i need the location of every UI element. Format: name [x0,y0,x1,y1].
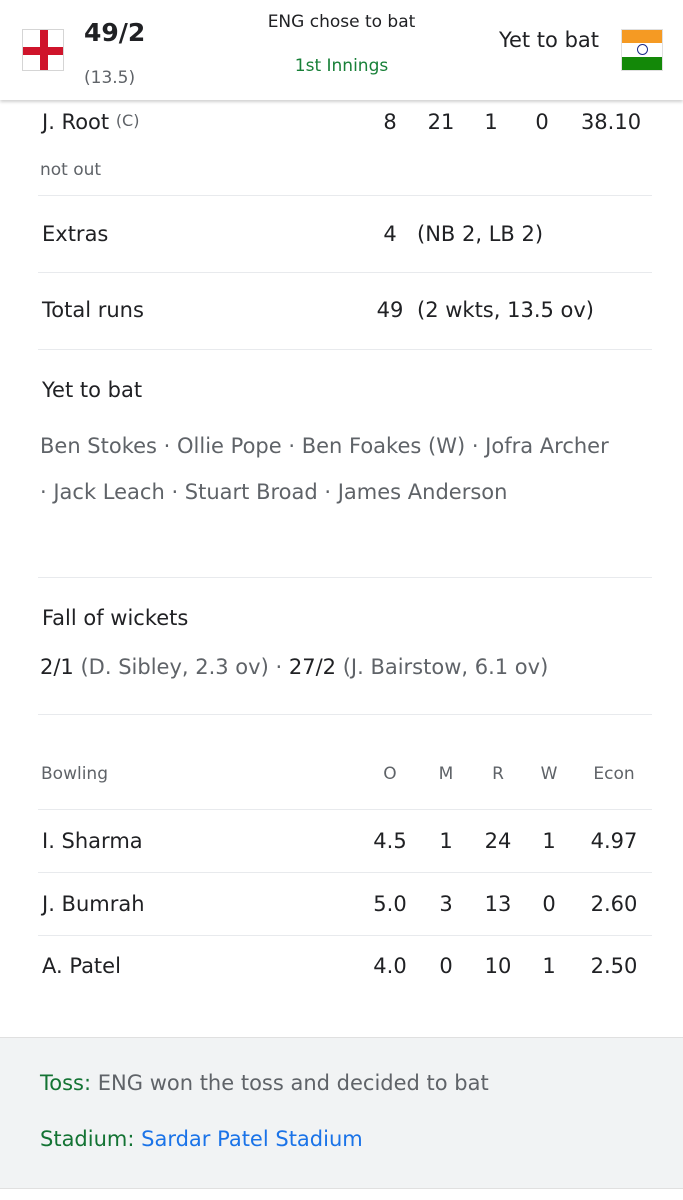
fall-of-wickets-list: 2/1 (D. Sibley, 2.3 ov) · 27/2 (J. Bairs… [40,655,548,679]
bowling-header-overs: O [383,764,397,784]
fow-score: 27/2 [288,655,337,679]
divider [38,195,652,196]
toss-info: Toss: ENG won the toss and decided to ba… [40,1071,489,1095]
bowler-econ: 2.50 [590,954,638,978]
bowler-wickets: 0 [542,892,556,916]
bowler-econ: 4.97 [590,829,638,853]
yet-to-bat-list[interactable]: Ben Stokes · Ollie Pope · Ben Foakes (W)… [40,424,620,515]
total-label: Total runs [42,298,144,322]
batter-sixes: 0 [535,110,549,134]
batter-strike-rate: 38.10 [580,110,642,134]
fall-of-wickets-title: Fall of wickets [42,606,189,630]
divider [38,349,652,350]
extras-detail: (NB 2, LB 2) [417,222,544,246]
divider [38,577,652,578]
stadium-link[interactable]: Sardar Patel Stadium [141,1127,363,1151]
bowler-runs: 24 [484,829,512,853]
bowling-header: Bowling [41,764,108,784]
batter-balls: 21 [427,110,455,134]
bowler-wickets: 1 [542,829,556,853]
fow-score: 2/1 [40,655,74,679]
bowling-header-econ: Econ [593,764,635,784]
total-value: 49 [376,298,404,322]
bowler-name[interactable]: I. Sharma [42,829,143,853]
extras-label: Extras [42,222,109,246]
total-detail: (2 wkts, 13.5 ov) [417,298,594,322]
yet-to-bat-title: Yet to bat [42,378,143,402]
batter-fours: 1 [484,110,498,134]
divider [38,272,652,273]
bowler-name[interactable]: A. Patel [42,954,121,978]
bowler-wickets: 1 [542,954,556,978]
bowler-overs: 4.5 [373,829,407,853]
team2-status: Yet to bat [498,28,599,52]
fow-detail: (J. Bairstow, 6.1 ov) [342,655,549,679]
stadium-label: Stadium: [40,1127,135,1151]
divider [38,872,652,873]
bowler-econ: 2.60 [590,892,638,916]
match-info-footer: Toss: ENG won the toss and decided to ba… [0,1037,683,1189]
bowling-header-maidens: M [438,764,454,784]
toss-label: Toss: [40,1071,92,1095]
stadium-info: Stadium: Sardar Patel Stadium [40,1127,363,1151]
extras-value: 4 [383,222,397,246]
divider [38,714,652,715]
innings-label: 1st Innings [294,56,389,76]
batter-runs: 8 [383,110,397,134]
match-header: 49/2 (13.5) ENG chose to bat 1st Innings… [0,0,683,100]
bowling-header-wickets: W [540,764,558,784]
captain-badge: (C) [115,111,140,130]
divider [38,935,652,936]
india-flag-icon[interactable] [621,29,663,71]
bowler-maidens: 0 [439,954,453,978]
bowler-name[interactable]: J. Bumrah [42,892,145,916]
bowler-maidens: 1 [439,829,453,853]
toss-text: ENG won the toss and decided to bat [97,1071,489,1095]
bowling-header-runs: R [492,764,504,784]
bowler-overs: 4.0 [373,954,407,978]
bowler-runs: 10 [484,954,512,978]
bowler-maidens: 3 [439,892,453,916]
batter-name[interactable]: J. Root [42,110,109,134]
bowler-runs: 13 [484,892,512,916]
batter-status: not out [40,160,102,180]
fow-detail: (D. Sibley, 2.3 ov) [80,655,269,679]
bowler-overs: 5.0 [373,892,407,916]
batter-name-row[interactable]: J. Root (C) [42,110,139,134]
fow-separator: · [275,655,283,679]
divider [38,809,652,810]
